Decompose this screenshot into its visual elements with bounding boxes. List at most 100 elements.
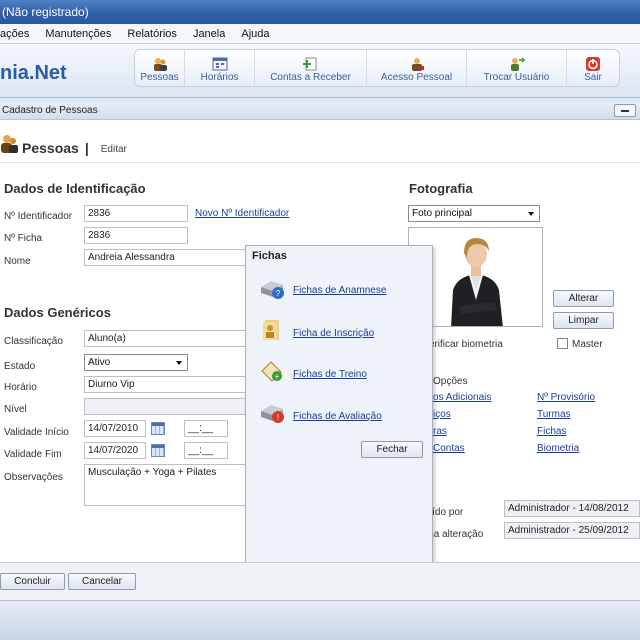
toolbar-button-acesso[interactable]: Acesso Pessoal [367,50,467,86]
observacoes-label: Observações [4,472,63,483]
switch-user-icon [509,57,525,71]
minimize-button[interactable] [614,104,636,117]
toolbar-label: Acesso Pessoal [380,72,453,83]
validade-fim-label: Validade Fim [4,449,62,460]
classificacao-label: Classificação [4,336,63,347]
estado-select[interactable]: Ativo [84,354,188,371]
form-footer: Concluir Cancelar [0,562,640,600]
concluir-button[interactable]: Concluir [0,573,65,590]
opcoes-heading: Opções [433,376,468,387]
opcoes-link-provisorio[interactable]: Nº Provisório [537,392,595,403]
page-subtitle: Editar [100,144,127,155]
divider [0,162,640,163]
horario-field[interactable]: Diurno Vip [84,376,248,393]
panel-title: Cadastro de Pessoas [2,105,98,116]
menu-item-manutencoes[interactable]: Manutenções [45,28,111,40]
toolbar-button-sair[interactable]: Sair [567,50,619,86]
toolbar-button-contas[interactable]: Contas a Receber [255,50,367,86]
section-fotografia: Fotografia [409,181,473,196]
inscricao-icon [263,320,279,340]
fichas-avaliacao-link[interactable]: Fichas de Avaliação [293,411,382,422]
menu-item-janela[interactable]: Janela [193,28,225,40]
incluido-field: Administrador - 14/08/2012 [504,500,640,517]
section-genericos: Dados Genéricos [4,305,111,320]
alteracao-field: Administrador - 25/09/2012 [504,522,640,539]
toolbar-label: Pessoas [140,72,179,83]
calendar-icon [212,57,228,71]
page-title: Pessoas [22,140,79,156]
menu-item-ajuda[interactable]: Ajuda [241,28,269,40]
toolbar-label: Sair [584,72,602,83]
ficha-inscricao-link[interactable]: Ficha de Inscrição [293,328,374,339]
nome-field[interactable]: Andreia Alessandra [84,249,248,266]
person-access-icon [409,57,425,71]
classificacao-field[interactable]: Aluno(a) [84,330,248,347]
toolbar-button-pessoas[interactable]: Pessoas [135,50,185,86]
toolbar-strip: Pessoas Horários Contas a Receber Acesso… [134,49,620,87]
popup-title: Fichas [252,250,287,262]
validade-inicio-time[interactable]: __:__ [184,420,228,437]
id-field[interactable]: 2836 [84,205,188,222]
id-label: Nº Identificador [4,211,73,222]
page-title-bar: Pessoas | Editar [0,135,127,156]
people-icon [152,57,168,71]
fichas-treino-link[interactable]: Fichas de Treino [293,369,367,380]
window-titlebar: (Não registrado) [0,0,640,24]
opcoes-link-fichas[interactable]: Fichas [537,426,566,437]
status-bar [0,600,640,640]
alterar-button[interactable]: Alterar [553,290,614,307]
horario-label: Horário [4,382,37,393]
menu-bar: ações Manutenções Relatórios Janela Ajud… [0,24,640,44]
opcoes-link-servicos[interactable]: iços [433,409,451,420]
add-document-icon [302,57,319,71]
calendar-icon[interactable] [151,444,165,457]
section-identificacao: Dados de Identificação [4,181,146,196]
toolbar-label: Trocar Usuário [483,72,550,83]
nivel-label: Nível [4,404,27,415]
toolbar-label: Contas a Receber [270,72,351,83]
ficha-label: Nº Ficha [4,233,43,244]
novo-id-link[interactable]: Novo Nº Identificador [195,208,289,219]
menu-item-relatorios[interactable]: Relatórios [127,28,177,40]
fichas-anamnese-link[interactable]: Fichas de Anamnese [293,285,386,296]
limpar-button[interactable]: Limpar [553,312,614,329]
main-toolbar: nia.Net Pessoas Horários Contas a Recebe… [0,44,640,98]
foto-select[interactable]: Foto principal [408,205,540,222]
toolbar-label: Horários [200,72,239,83]
toolbar-button-trocar-usuario[interactable]: Trocar Usuário [467,50,567,86]
svg-text:!: ! [277,413,279,422]
calendar-icon[interactable] [151,422,165,435]
master-label: Master [572,339,603,350]
nome-label: Nome [4,256,31,267]
opcoes-link-biometria[interactable]: Biometria [537,443,579,454]
svg-text:+: + [275,372,280,381]
ficha-field[interactable]: 2836 [84,227,188,244]
form-content: Pessoas | Editar Dados de Identificação … [0,120,640,591]
toolbar-button-horarios[interactable]: Horários [185,50,255,86]
menu-item-acoes[interactable]: ações [0,28,29,40]
people-icon [1,135,18,153]
opcoes-link-turmas[interactable]: Turmas [537,409,571,420]
app-brand: nia.Net [0,62,67,84]
validade-fim-date[interactable]: 14/07/2020 [84,442,146,459]
avaliacao-icon: ! [261,405,284,423]
estado-label: Estado [4,361,36,372]
opcoes-link-adicionais[interactable]: os Adicionais [433,392,491,403]
validade-inicio-date[interactable]: 14/07/2010 [84,420,146,437]
validade-inicio-label: Validade Início [4,427,69,438]
svg-text:?: ? [276,289,281,298]
treino-icon: + [261,361,282,382]
fichas-popup: Fichas ? Fichas de Anamnese Ficha de Ins… [245,245,433,591]
master-checkbox[interactable] [557,338,568,349]
cancelar-button[interactable]: Cancelar [68,573,136,590]
panel-header: Cadastro de Pessoas [0,102,640,120]
validade-fim-time[interactable]: __:__ [184,442,228,459]
nivel-field[interactable] [84,398,248,415]
opcoes-link-contas[interactable]: Contas [433,443,465,454]
opcoes-link-compras[interactable]: ras [433,426,447,437]
title-separator: | [84,140,89,156]
power-icon [585,57,601,71]
window-title: (Não registrado) [2,5,89,19]
anamnese-icon: ? [261,281,284,299]
fechar-button[interactable]: Fechar [361,441,423,458]
